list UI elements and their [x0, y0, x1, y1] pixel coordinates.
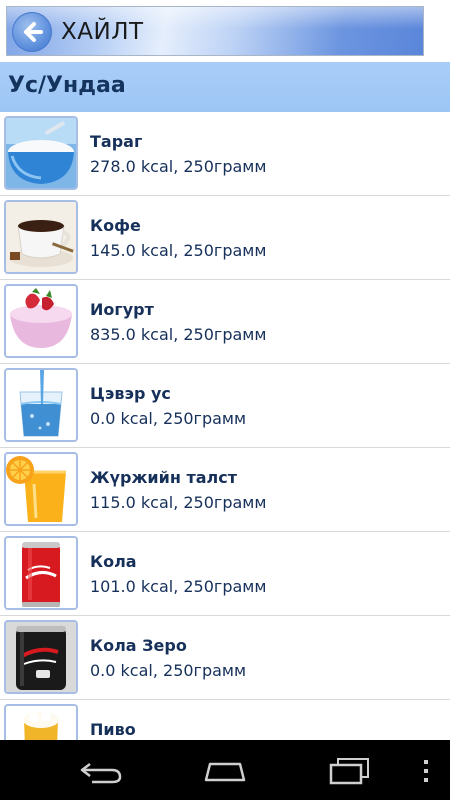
item-info: 0.0 kcal, 250грамм [90, 409, 247, 428]
nav-home-icon[interactable] [200, 758, 250, 784]
list-item[interactable]: Иогурт 835.0 kcal, 250грамм [0, 280, 450, 364]
item-info: 835.0 kcal, 250грамм [90, 325, 267, 344]
cola-can-icon [4, 536, 78, 610]
nav-back-icon[interactable] [78, 758, 124, 784]
top-bar: ХАЙЛТ [0, 0, 450, 62]
list-item[interactable]: Кофе 145.0 kcal, 250грамм [0, 196, 450, 280]
item-info: 101.0 kcal, 250грамм [90, 577, 267, 596]
app-screen: ХАЙЛТ Ус/Ундаа Тараг 278.0 kcal, 250грам… [0, 0, 450, 800]
list-item[interactable]: Кола 101.0 kcal, 250грамм [0, 532, 450, 616]
item-name: Кофе [90, 216, 141, 235]
list-item[interactable]: Жүржийн талст 115.0 kcal, 250грамм [0, 448, 450, 532]
water-glass-icon [4, 368, 78, 442]
list-item[interactable]: Цэвэр ус 0.0 kcal, 250грамм [0, 364, 450, 448]
item-name: Цэвэр ус [90, 384, 171, 403]
coffee-cup-icon [4, 200, 78, 274]
nav-recents-icon[interactable] [326, 756, 372, 786]
item-info: 115.0 kcal, 250грамм [90, 493, 267, 512]
item-name: Жүржийн талст [90, 468, 237, 487]
item-info: 278.0 kcal, 250грамм [90, 157, 267, 176]
item-name: Иогурт [90, 300, 154, 319]
category-header: Ус/Ундаа [0, 62, 450, 112]
beer-glass-icon [4, 704, 78, 740]
category-title: Ус/Ундаа [8, 73, 126, 98]
strawberry-yogurt-icon [4, 284, 78, 358]
cola-zero-can-icon [4, 620, 78, 694]
food-list: Тараг 278.0 kcal, 250грамм Кофе 145.0 kc… [0, 112, 450, 740]
list-item[interactable]: Кола Зеро 0.0 kcal, 250грамм [0, 616, 450, 700]
item-info: 0.0 kcal, 250грамм [90, 661, 247, 680]
item-name: Пиво [90, 720, 136, 739]
item-name: Кола Зеро [90, 636, 187, 655]
orange-juice-icon [4, 452, 78, 526]
list-item[interactable]: Тараг 278.0 kcal, 250грамм [0, 112, 450, 196]
list-item[interactable]: Пиво [0, 700, 450, 740]
item-name: Тараг [90, 132, 143, 151]
item-info: 145.0 kcal, 250грамм [90, 241, 267, 260]
navigation-bar [0, 740, 450, 800]
item-name: Кола [90, 552, 137, 571]
nav-menu-icon[interactable] [421, 758, 431, 784]
search-bar[interactable]: ХАЙЛТ [6, 6, 424, 56]
yogurt-bowl-icon [4, 116, 78, 190]
back-arrow-icon[interactable] [12, 12, 52, 52]
search-label[interactable]: ХАЙЛТ [61, 19, 144, 45]
